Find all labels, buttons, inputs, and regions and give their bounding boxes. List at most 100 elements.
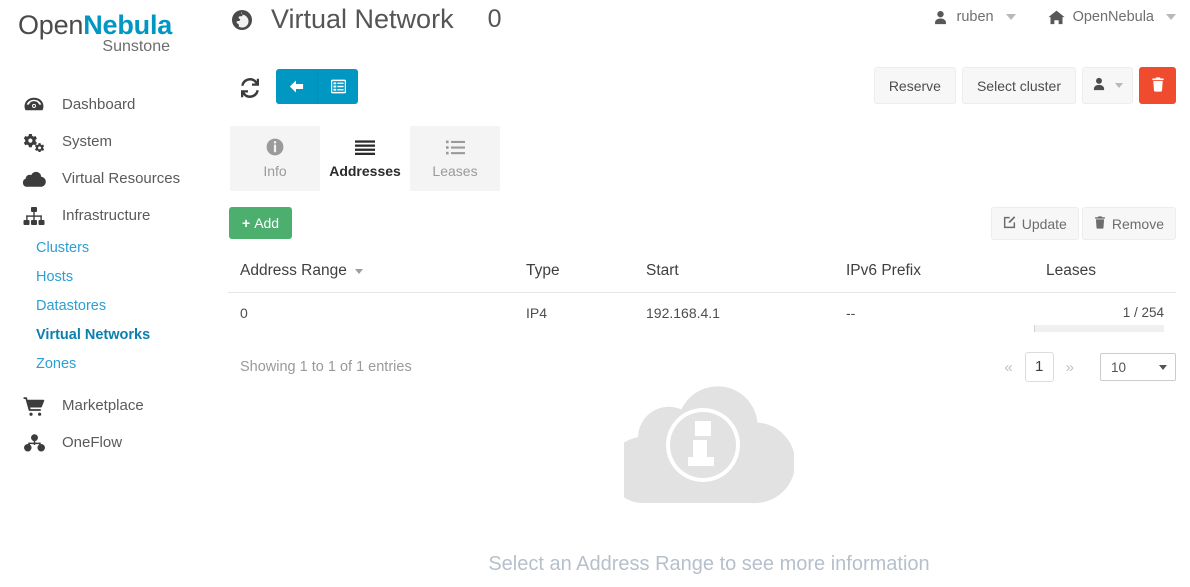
plus-icon: + <box>242 215 251 231</box>
column-header-ipv6-prefix[interactable]: IPv6 Prefix <box>834 252 1034 293</box>
zone-dropdown[interactable]: OpenNebula <box>1048 9 1176 25</box>
cell-ipv6-prefix: -- <box>834 293 1034 347</box>
home-icon <box>1048 10 1065 25</box>
dashboard-icon <box>20 95 48 115</box>
edit-icon <box>1003 215 1016 232</box>
brand-logo[interactable]: OpenNebula Sunstone <box>0 0 228 56</box>
sidebar-item-system[interactable]: System <box>0 123 228 160</box>
sidebar-item-label: Virtual Resources <box>62 170 181 187</box>
brand-subtitle: Sunstone <box>102 38 170 55</box>
brand-title: OpenNebula <box>18 10 228 40</box>
cell-text: 0 <box>240 305 248 321</box>
update-button-label: Update <box>1021 215 1067 232</box>
column-label: Leases <box>1046 262 1096 279</box>
user-dropdown[interactable]: ruben <box>933 9 1016 25</box>
info-circle-icon <box>266 138 284 156</box>
change-owner-dropdown[interactable] <box>1082 67 1133 104</box>
view-button-group <box>276 69 358 104</box>
chevron-down-icon <box>1005 14 1016 20</box>
remove-button-label: Remove <box>1111 215 1164 232</box>
sidebar-item-virtual-resources[interactable]: Virtual Resources <box>0 160 228 197</box>
sort-desc-icon <box>354 268 363 274</box>
cell-text: -- <box>846 305 856 321</box>
reserve-button[interactable]: Reserve <box>873 67 956 104</box>
showing-entries-text: Showing 1 to 1 of 1 entries <box>240 359 412 375</box>
list-ul-icon <box>445 138 465 156</box>
list-view-button[interactable] <box>317 69 358 104</box>
pagination-next-button[interactable]: » <box>1054 359 1086 376</box>
sitemap-icon <box>20 206 48 226</box>
sidebar-nav: Dashboard System Virtual Resources Infra… <box>0 86 228 461</box>
main-content: Reserve Select cluster Info Addresses Le… <box>228 52 1190 587</box>
sidebar-item-virtual-networks[interactable]: Virtual Networks <box>0 321 228 350</box>
column-label: Address Range <box>240 262 347 279</box>
cell-start: 192.168.4.1 <box>634 293 834 347</box>
pagination-prev-button[interactable]: « <box>992 359 1024 376</box>
sidebar-item-label: OneFlow <box>62 434 123 451</box>
globe-icon <box>231 9 253 31</box>
sidebar-item-hosts[interactable]: Hosts <box>0 263 228 292</box>
sidebar-item-oneflow[interactable]: OneFlow <box>0 424 228 461</box>
address-range-table-block: + Add Update Remove Address Range Type S… <box>228 207 1176 394</box>
leases-count-text: 1 / 254 <box>1122 305 1164 320</box>
tab-addresses[interactable]: Addresses <box>320 126 410 191</box>
sidebar-item-zones[interactable]: Zones <box>0 350 228 379</box>
column-label: Type <box>526 262 560 279</box>
address-range-table: Address Range Type Start IPv6 Prefix Lea… <box>228 252 1176 346</box>
sidebar: OpenNebula Sunstone Dashboard System Vir… <box>0 0 228 587</box>
action-toolbar: Reserve Select cluster <box>228 52 1190 110</box>
column-label: Start <box>646 262 679 279</box>
cloud-icon <box>20 169 48 189</box>
tab-info[interactable]: Info <box>230 126 320 191</box>
app-window: OpenNebula Sunstone Dashboard System Vir… <box>0 0 1190 587</box>
remove-button[interactable]: Remove <box>1081 207 1176 240</box>
column-header-start[interactable]: Start <box>634 252 834 293</box>
user-icon <box>933 10 948 25</box>
page-size-value: 10 <box>1111 359 1127 375</box>
chevron-down-icon <box>1166 14 1176 20</box>
trash-icon <box>1151 76 1165 95</box>
resource-id: 0 <box>487 5 502 33</box>
brand-nebula-text: Nebula <box>83 10 173 40</box>
sidebar-item-marketplace[interactable]: Marketplace <box>0 387 228 424</box>
table-row[interactable]: 0 IP4 192.168.4.1 -- 1 / 254 <box>228 293 1176 347</box>
update-button[interactable]: Update <box>990 207 1079 240</box>
page-title-text: Virtual Network <box>271 4 454 34</box>
add-button-label: Add <box>254 215 280 231</box>
detail-tabs: Info Addresses Leases <box>230 126 500 191</box>
select-cluster-button[interactable]: Select cluster <box>961 67 1076 104</box>
tab-leases[interactable]: Leases <box>410 126 500 191</box>
oneflow-icon <box>20 433 48 453</box>
tab-label: Info <box>263 163 287 179</box>
cell-text: IP4 <box>526 305 548 321</box>
user-icon <box>1092 77 1106 94</box>
refresh-icon[interactable] <box>238 76 264 102</box>
shopping-cart-icon <box>20 396 48 416</box>
sidebar-item-clusters[interactable]: Clusters <box>0 234 228 263</box>
sidebar-item-label: Infrastructure <box>62 207 151 224</box>
empty-state-text: Select an Address Range to see more info… <box>488 553 930 575</box>
column-header-type[interactable]: Type <box>514 252 634 293</box>
empty-state: Select an Address Range to see more info… <box>228 374 1190 576</box>
table-body: 0 IP4 192.168.4.1 -- 1 / 254 <box>228 293 1176 347</box>
chevron-down-icon <box>1115 83 1123 88</box>
table-actions-right: Update Remove <box>990 207 1176 240</box>
zone-name: OpenNebula <box>1072 9 1154 25</box>
table-header-row: Address Range Type Start IPv6 Prefix Lea… <box>228 252 1176 293</box>
column-label: IPv6 Prefix <box>846 262 921 279</box>
column-header-leases[interactable]: Leases <box>1034 252 1176 293</box>
sidebar-item-dashboard[interactable]: Dashboard <box>0 86 228 123</box>
tab-label: Leases <box>432 163 478 179</box>
sidebar-item-datastores[interactable]: Datastores <box>0 292 228 321</box>
column-header-address-range[interactable]: Address Range <box>228 252 514 293</box>
add-button[interactable]: + Add <box>229 207 293 239</box>
back-button[interactable] <box>276 69 317 104</box>
cell-type: IP4 <box>514 293 634 347</box>
sidebar-item-infrastructure[interactable]: Infrastructure <box>0 197 228 234</box>
chevron-down-icon <box>1159 364 1167 370</box>
page-title: Virtual Network 0 <box>231 4 501 35</box>
delete-button[interactable] <box>1139 67 1176 104</box>
cloud-info-placeholder-icon <box>609 374 796 511</box>
sidebar-item-label: Marketplace <box>62 397 144 414</box>
leases-progress-bar <box>1034 325 1164 332</box>
